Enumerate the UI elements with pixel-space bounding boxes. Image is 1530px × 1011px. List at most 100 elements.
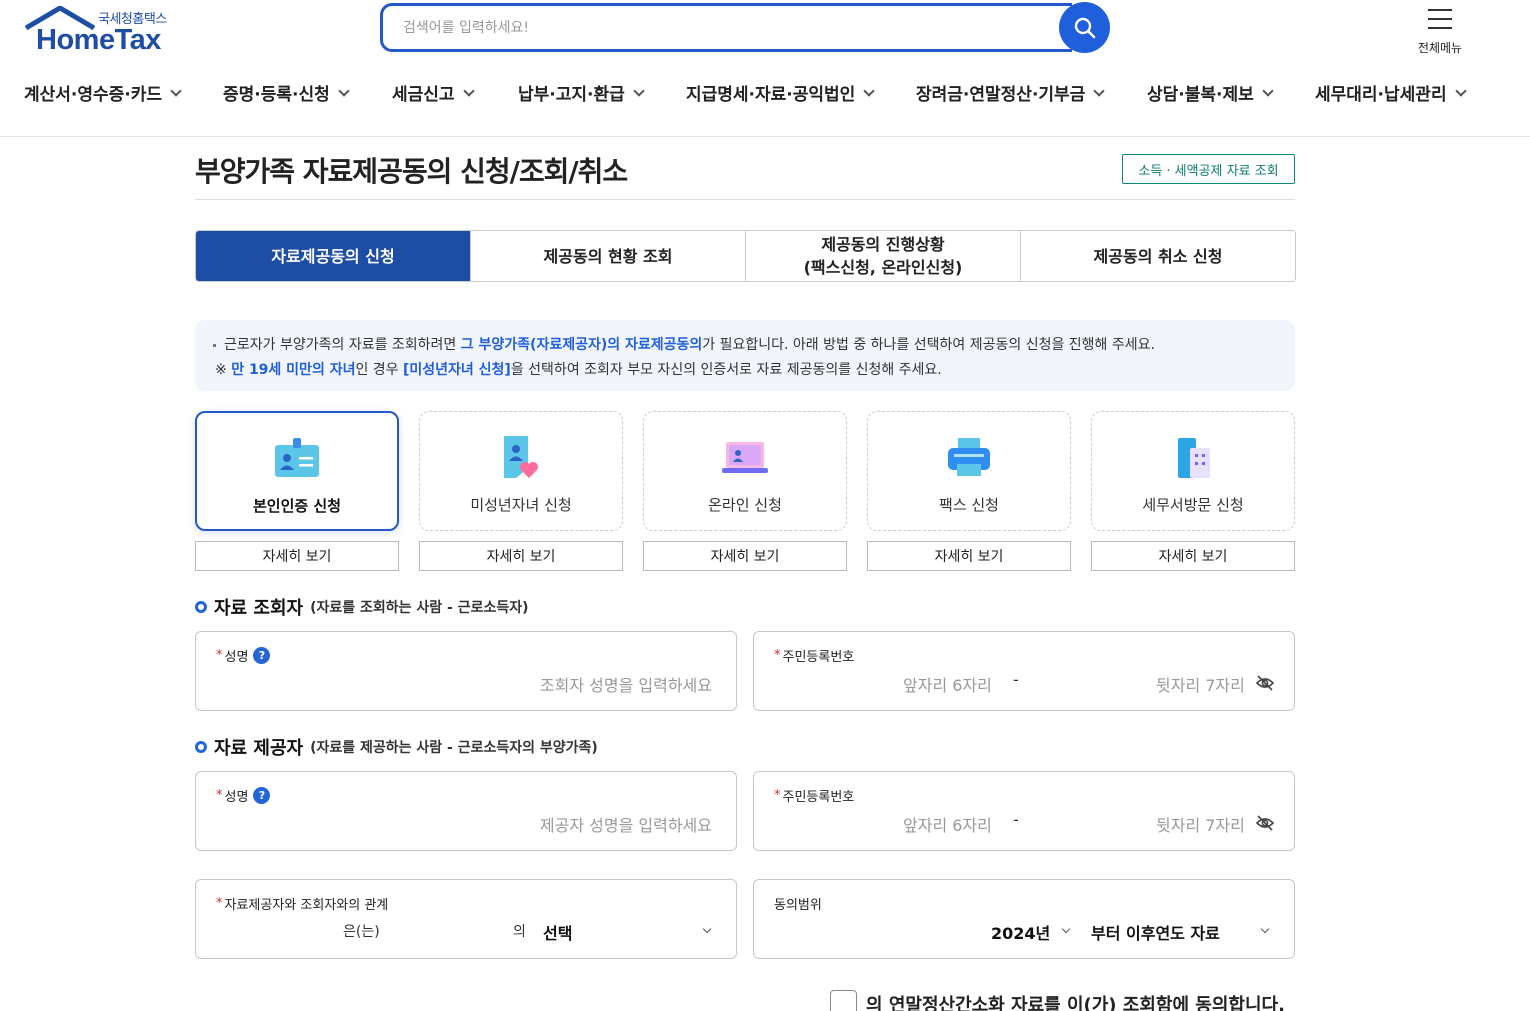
section-title-text: 자료 조회자 (214, 598, 304, 619)
chevron-down-icon (1260, 924, 1270, 934)
viewer-rrn-back-input[interactable]: 뒷자리 7자리 (1156, 672, 1245, 696)
hamburger-icon (1428, 9, 1452, 29)
tab-consent-apply[interactable]: 자료제공동의 신청 (196, 231, 471, 281)
provider-name-field[interactable]: * 성명? 제공자 성명을 입력하세요 (195, 771, 737, 851)
field-label: * 주민등록번호 (774, 786, 854, 805)
chevron-down-icon (702, 924, 712, 934)
gnb-item-invoice[interactable]: 계산서·영수증·카드 (24, 80, 182, 105)
viewer-name-input[interactable]: 조회자 성명을 입력하세요 (540, 672, 712, 696)
gnb-item-label: 상담·불복·제보 (1147, 85, 1254, 105)
logo-title: HomeTax (36, 24, 161, 56)
tab-consent-status[interactable]: 제공동의 현황 조회 (471, 231, 746, 281)
gnb-item-label: 세무대리·납세관리 (1315, 85, 1447, 105)
help-icon[interactable]: ? (253, 647, 271, 664)
field-label-text: 성명 (224, 790, 249, 805)
scope-year-select[interactable]: 2024년 (991, 920, 1050, 944)
detail-button-online[interactable]: 자세히 보기 (643, 541, 847, 571)
required-mark: * (774, 788, 781, 803)
field-label-text: 주민등록번호 (782, 790, 855, 805)
notice-line-1: 근로자가 부양가족의 자료를 조회하려면 그 부양가족(자료제공자)의 자료제공… (213, 333, 1295, 358)
section-title-provider: 자료 제공자 (자료를 제공하는 사람 - 근로소득자의 부양가족) (195, 734, 598, 760)
field-label: * 자료제공자와 조회자와의 관계 (216, 894, 388, 913)
circle-bullet-icon (195, 741, 207, 753)
search-input[interactable] (383, 6, 1072, 49)
tab-consent-progress[interactable]: 제공동의 진행상황 (팩스신청, 온라인신청) (746, 231, 1021, 281)
notice-line-2: ※ 만 19세 미만의 자녀인 경우 [미성년자녀 신청]을 선택하여 조회자 … (213, 358, 1295, 383)
method-card-visit[interactable]: 세무서방문 신청 (1091, 411, 1295, 531)
all-menu-button[interactable]: 전체메뉴 (1406, 2, 1474, 56)
all-menu-label: 전체메뉴 (1417, 41, 1463, 55)
gnb-item-certificate[interactable]: 증명·등록·신청 (223, 80, 350, 105)
notice-highlight: [미성년자녀 신청] (403, 362, 511, 378)
fax-icon (948, 438, 990, 476)
required-mark: * (216, 648, 223, 663)
detail-button-fax[interactable]: 자세히 보기 (867, 541, 1071, 571)
gnb-item-year-end[interactable]: 장려금·연말정산·기부금 (916, 80, 1105, 105)
viewer-name-field[interactable]: * 성명? 조회자 성명을 입력하세요 (195, 631, 737, 711)
required-mark: * (774, 648, 781, 663)
notice-text: ※ (215, 362, 232, 378)
required-mark: * (216, 896, 223, 911)
title-divider (195, 199, 1295, 200)
gnb-item-tax-report[interactable]: 세금신고 (392, 80, 475, 105)
search-button[interactable] (1059, 2, 1110, 53)
nav-divider (0, 136, 1530, 137)
detail-button-visit[interactable]: 자세히 보기 (1091, 541, 1295, 571)
consent-row: 의 연말정산간소화 자료를 이(가) 조회함에 동의합니다. (830, 990, 1285, 1011)
child-heart-icon (504, 436, 538, 478)
viewer-rrn-field: * 주민등록번호 앞자리 6자리 - 뒷자리 7자리 (753, 631, 1295, 711)
provider-name-input[interactable]: 제공자 성명을 입력하세요 (540, 812, 712, 836)
notice-text: 인 경우 (355, 362, 403, 378)
viewer-rrn-front-input[interactable]: 앞자리 6자리 (903, 672, 992, 696)
deduction-data-lookup-button[interactable]: 소득 · 세액공제 자료 조회 (1122, 154, 1295, 184)
provider-rrn-front-input[interactable]: 앞자리 6자리 (903, 812, 992, 836)
relation-field: * 자료제공자와 조회자와의 관계 은(는) 의 선택 (195, 879, 737, 959)
eye-off-icon[interactable] (1256, 815, 1274, 831)
gnb-item-payment[interactable]: 납부·고지·환급 (518, 80, 645, 105)
gnb-item-consult[interactable]: 상담·불복·제보 (1147, 80, 1274, 105)
detail-button-self-auth[interactable]: 자세히 보기 (195, 541, 399, 571)
gnb-item-label: 지급명세·자료·공익법인 (686, 85, 856, 105)
chevron-down-icon (633, 84, 645, 97)
circle-bullet-icon (195, 601, 207, 613)
method-card-fax[interactable]: 팩스 신청 (867, 411, 1071, 531)
gnb-item-statement[interactable]: 지급명세·자료·공익법인 (686, 80, 875, 105)
method-card-minor-child[interactable]: 미성년자녀 신청 (419, 411, 623, 531)
help-icon[interactable]: ? (253, 787, 271, 804)
method-card-online[interactable]: 온라인 신청 (643, 411, 847, 531)
method-label: 세무서방문 신청 (1142, 496, 1244, 514)
chevron-down-icon (1061, 924, 1071, 934)
detail-button-minor-child[interactable]: 자세히 보기 (419, 541, 623, 571)
tab-consent-cancel[interactable]: 제공동의 취소 신청 (1021, 231, 1295, 281)
gnb-item-label: 납부·고지·환급 (518, 85, 625, 105)
gnb-item-agent[interactable]: 세무대리·납세관리 (1315, 80, 1467, 105)
relation-text-1: 은(는) (343, 924, 380, 940)
notice-text: 근로자가 부양가족의 자료를 조회하려면 (224, 337, 461, 353)
field-label: * 성명? (216, 786, 271, 805)
gnb-item-label: 증명·등록·신청 (223, 85, 330, 105)
id-card-icon (275, 438, 319, 477)
scope-range-select[interactable]: 부터 이후연도 자료 (1091, 920, 1220, 944)
hometax-logo[interactable]: 국세청홈택스 HomeTax (24, 4, 184, 56)
search-icon (1074, 17, 1095, 38)
notice-highlight: 그 부양가족(자료제공자)의 자료제공동의 (460, 337, 703, 353)
method-label: 본인인증 신청 (252, 497, 342, 515)
chevron-down-icon (1454, 84, 1467, 97)
gnb-item-label: 장려금·연말정산·기부금 (916, 85, 1086, 105)
rrn-separator: - (1013, 670, 1019, 689)
tab-label: 자료제공동의 신청 (271, 246, 395, 266)
gnb-item-label: 계산서·영수증·카드 (24, 85, 163, 105)
section-subtitle: (자료를 제공하는 사람 - 근로소득자의 부양가족) (310, 740, 598, 756)
field-label: * 주민등록번호 (774, 646, 854, 665)
tab-bar: 자료제공동의 신청 제공동의 현황 조회 제공동의 진행상황 (팩스신청, 온라인… (195, 230, 1296, 282)
field-label: * 성명? (216, 646, 271, 665)
consent-checkbox[interactable] (830, 990, 857, 1011)
eye-off-icon[interactable] (1256, 675, 1274, 691)
method-label: 미성년자녀 신청 (470, 496, 572, 514)
provider-rrn-back-input[interactable]: 뒷자리 7자리 (1156, 812, 1245, 836)
field-label: 동의범위 (774, 894, 822, 913)
method-card-self-auth[interactable]: 본인인증 신청 (195, 411, 399, 531)
relation-select[interactable]: 선택 (543, 920, 572, 944)
relation-text-2: 의 (513, 924, 526, 940)
search-box (380, 3, 1072, 52)
